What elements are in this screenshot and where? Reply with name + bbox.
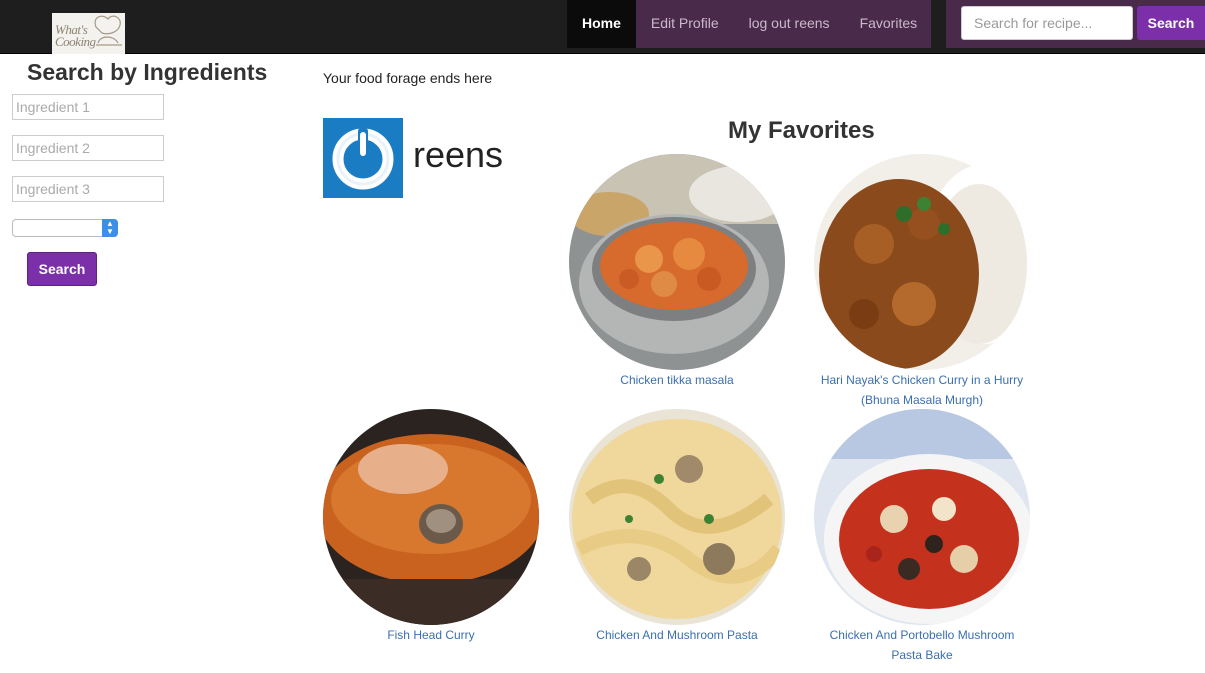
recipe-search-input[interactable] (961, 6, 1133, 40)
main-menu: Home Edit Profile log out reens Favorite… (567, 0, 931, 48)
category-select[interactable]: ▲ ▼ (12, 219, 118, 237)
site-logo[interactable]: What's Cooking (52, 13, 125, 54)
ingredient-2-input[interactable] (12, 135, 164, 161)
recipe-title[interactable]: Chicken And Portobello Mushroom Pasta Ba… (814, 625, 1030, 665)
ingredient-search-button[interactable]: Search (27, 252, 97, 286)
recipe-search-button[interactable]: Search (1137, 6, 1205, 40)
nav-favorites[interactable]: Favorites (845, 0, 933, 48)
sidebar-title: Search by Ingredients (27, 59, 268, 85)
ingredient-1-input[interactable] (12, 94, 164, 120)
recipe-image[interactable] (323, 409, 539, 625)
profile-username: reens (413, 134, 504, 175)
recipe-card[interactable]: Hari Nayak's Chicken Curry in a Hurry (B… (814, 154, 1030, 410)
nav-home[interactable]: Home (567, 0, 636, 48)
avatar (323, 118, 403, 198)
recipe-card[interactable]: Chicken And Portobello Mushroom Pasta Ba… (814, 409, 1030, 665)
recipe-title[interactable]: Chicken And Mushroom Pasta (569, 625, 785, 645)
power-logo-icon (332, 128, 394, 190)
recipe-card[interactable]: Chicken tikka masala (569, 154, 785, 390)
recipe-card[interactable]: Fish Head Curry (323, 409, 539, 645)
recipe-title[interactable]: Fish Head Curry (323, 625, 539, 645)
recipe-image[interactable] (814, 409, 1030, 625)
nav-logout[interactable]: log out reens (734, 0, 845, 48)
recipe-title[interactable]: Hari Nayak's Chicken Curry in a Hurry (B… (814, 370, 1030, 410)
ingredient-3-input[interactable] (12, 176, 164, 202)
recipe-image[interactable] (814, 154, 1030, 370)
recipe-title[interactable]: Chicken tikka masala (569, 370, 785, 390)
recipe-card[interactable]: Chicken And Mushroom Pasta (569, 409, 785, 645)
logo-text: What's Cooking (55, 22, 96, 49)
recipe-image[interactable] (569, 154, 785, 370)
nav-edit-profile[interactable]: Edit Profile (636, 0, 734, 48)
select-updown-icon: ▲ ▼ (102, 219, 118, 237)
recipe-image[interactable] (569, 409, 785, 625)
favorites-title: My Favorites (728, 117, 875, 144)
tagline: Your food forage ends here (323, 70, 493, 86)
